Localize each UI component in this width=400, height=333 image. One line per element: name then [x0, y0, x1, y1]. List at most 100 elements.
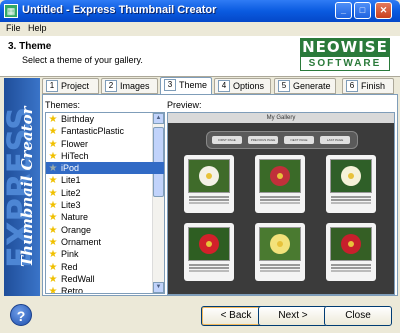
- star-icon: ★: [48, 286, 58, 294]
- tab-label: Options: [233, 81, 265, 91]
- theme-list-item[interactable]: ★ Lite3: [46, 199, 164, 211]
- themes-label: Themes:: [45, 100, 81, 110]
- star-icon: ★: [48, 163, 58, 175]
- preview-thumbnail: [326, 155, 376, 213]
- tab-label: Images: [120, 81, 150, 91]
- theme-name: Retro: [61, 286, 84, 294]
- star-icon: ★: [48, 114, 58, 125]
- brand-sidebar: EXPRESS Thumbnail Creator: [4, 78, 40, 296]
- wizard-header: 3. Theme Select a theme of your gallery.…: [0, 36, 400, 77]
- thumbnail-caption: [260, 196, 300, 198]
- step-title: 3. Theme: [8, 41, 52, 52]
- theme-name: Pink: [61, 249, 79, 260]
- preview-nav-bar: FIRST PAGE PREVIOUS PAGE NEXT PAGE LAST …: [206, 131, 358, 149]
- theme-name: Lite3: [61, 200, 81, 211]
- theme-list-item[interactable]: ★ Nature: [46, 211, 164, 223]
- theme-name: Lite2: [61, 187, 81, 198]
- preview-label: Preview:: [167, 100, 202, 110]
- maximize-icon[interactable]: □: [354, 2, 371, 19]
- tab-finish[interactable]: 6 Finish: [342, 78, 394, 94]
- tab-number: 1: [46, 80, 58, 92]
- theme-list-item[interactable]: ★ Lite1: [46, 174, 164, 186]
- thumbnail-caption: [331, 264, 371, 266]
- tab-options[interactable]: 4 Options: [214, 78, 271, 94]
- theme-list-item[interactable]: ★ FantasticPlastic: [46, 125, 164, 137]
- star-icon: ★: [48, 249, 58, 261]
- theme-name: Orange: [61, 224, 92, 235]
- star-icon: ★: [48, 200, 58, 212]
- sidebar-brand-small: Thumbnail Creator: [18, 106, 36, 268]
- preview-thumbnail: [255, 155, 305, 213]
- wizard-tabs: 1 Project 2 Images 3 Theme 4 Options 5 Genera…: [42, 77, 398, 95]
- flower-photo: [330, 227, 372, 261]
- menu-bar: File Help: [0, 22, 400, 36]
- theme-list-item[interactable]: ★ Ornament: [46, 236, 164, 248]
- star-icon: ★: [48, 150, 58, 162]
- thumbnail-caption: [260, 264, 300, 266]
- close-button[interactable]: Close: [324, 306, 392, 326]
- theme-list-item[interactable]: ★ Retro: [46, 285, 164, 294]
- thumbnail-caption: [189, 196, 229, 198]
- theme-panel: Themes: Preview: ▲ ▼ ★ Birthday ★ Fantastic…: [42, 94, 398, 296]
- theme-name: FantasticPlastic: [61, 126, 125, 137]
- star-icon: ★: [48, 224, 58, 236]
- gallery-preview: My Gallery FIRST PAGE PREVIOUS PAGE NEXT…: [167, 112, 395, 295]
- preview-thumbnail: [184, 155, 234, 213]
- star-icon: ★: [48, 187, 58, 199]
- theme-list-item[interactable]: ★ Red: [46, 261, 164, 273]
- menu-file[interactable]: File: [6, 23, 21, 33]
- tab-number: 6: [346, 80, 358, 92]
- tab-number: 4: [218, 80, 230, 92]
- preview-thumbnail: [326, 223, 376, 281]
- preview-thumbnail: [184, 223, 234, 281]
- logo-main-text: NEOWISE: [300, 38, 390, 56]
- theme-list-item[interactable]: ★ RedWall: [46, 273, 164, 285]
- theme-list-item[interactable]: ★ Pink: [46, 248, 164, 260]
- flower-photo: [259, 159, 301, 193]
- star-icon: ★: [48, 175, 58, 187]
- logo-sub-text: SOFTWARE: [300, 56, 390, 71]
- tab-project[interactable]: 1 Project: [42, 78, 99, 94]
- star-icon: ★: [48, 261, 58, 273]
- tab-images[interactable]: 2 Images: [101, 78, 158, 94]
- theme-name: Red: [61, 261, 78, 272]
- preview-first-page: FIRST PAGE: [212, 136, 242, 144]
- theme-list-item[interactable]: ★ HiTech: [46, 150, 164, 162]
- preview-last-page: LAST PAGE: [320, 136, 350, 144]
- preview-next-page: NEXT PAGE: [284, 136, 314, 144]
- flower-photo: [188, 159, 230, 193]
- close-icon[interactable]: ✕: [375, 2, 392, 19]
- theme-name: Nature: [61, 212, 89, 223]
- next-button[interactable]: Next >: [258, 306, 328, 326]
- tab-number: 2: [105, 80, 117, 92]
- theme-name: Birthday: [61, 114, 95, 124]
- preview-gallery-title: My Gallery: [168, 113, 394, 123]
- themes-list[interactable]: ▲ ▼ ★ Birthday ★ FantasticPlastic ★ Flower ★ Hi…: [45, 112, 165, 294]
- preview-thumbnail: [255, 223, 305, 281]
- star-icon: ★: [48, 273, 58, 285]
- tab-generate[interactable]: 5 Generate: [274, 78, 336, 94]
- menu-help[interactable]: Help: [28, 23, 47, 33]
- tab-label: Project: [61, 81, 90, 91]
- star-icon: ★: [48, 126, 58, 138]
- flower-photo: [259, 227, 301, 261]
- help-icon[interactable]: ?: [10, 304, 32, 326]
- window-title: Untitled - Express Thumbnail Creator: [22, 4, 217, 16]
- theme-list-item[interactable]: ★ Flower: [46, 138, 164, 150]
- theme-list-item[interactable]: ★ Orange: [46, 224, 164, 236]
- theme-name: iPod: [61, 163, 80, 174]
- theme-list-item[interactable]: ★ Birthday: [46, 113, 164, 125]
- star-icon: ★: [48, 138, 58, 150]
- theme-name: HiTech: [61, 150, 89, 161]
- tab-label: Generate: [293, 81, 331, 91]
- tab-label: Finish: [361, 81, 386, 91]
- star-icon: ★: [48, 236, 58, 248]
- tab-number: 5: [278, 80, 290, 92]
- tab-theme[interactable]: 3 Theme: [160, 77, 212, 95]
- minimize-icon[interactable]: _: [335, 2, 352, 19]
- preview-previous-page: PREVIOUS PAGE: [248, 136, 278, 144]
- theme-list-item[interactable]: ★ Lite2: [46, 187, 164, 199]
- thumbnail-caption: [331, 196, 371, 198]
- theme-list-item[interactable]: ★ iPod: [46, 162, 164, 175]
- theme-name: RedWall: [61, 273, 95, 284]
